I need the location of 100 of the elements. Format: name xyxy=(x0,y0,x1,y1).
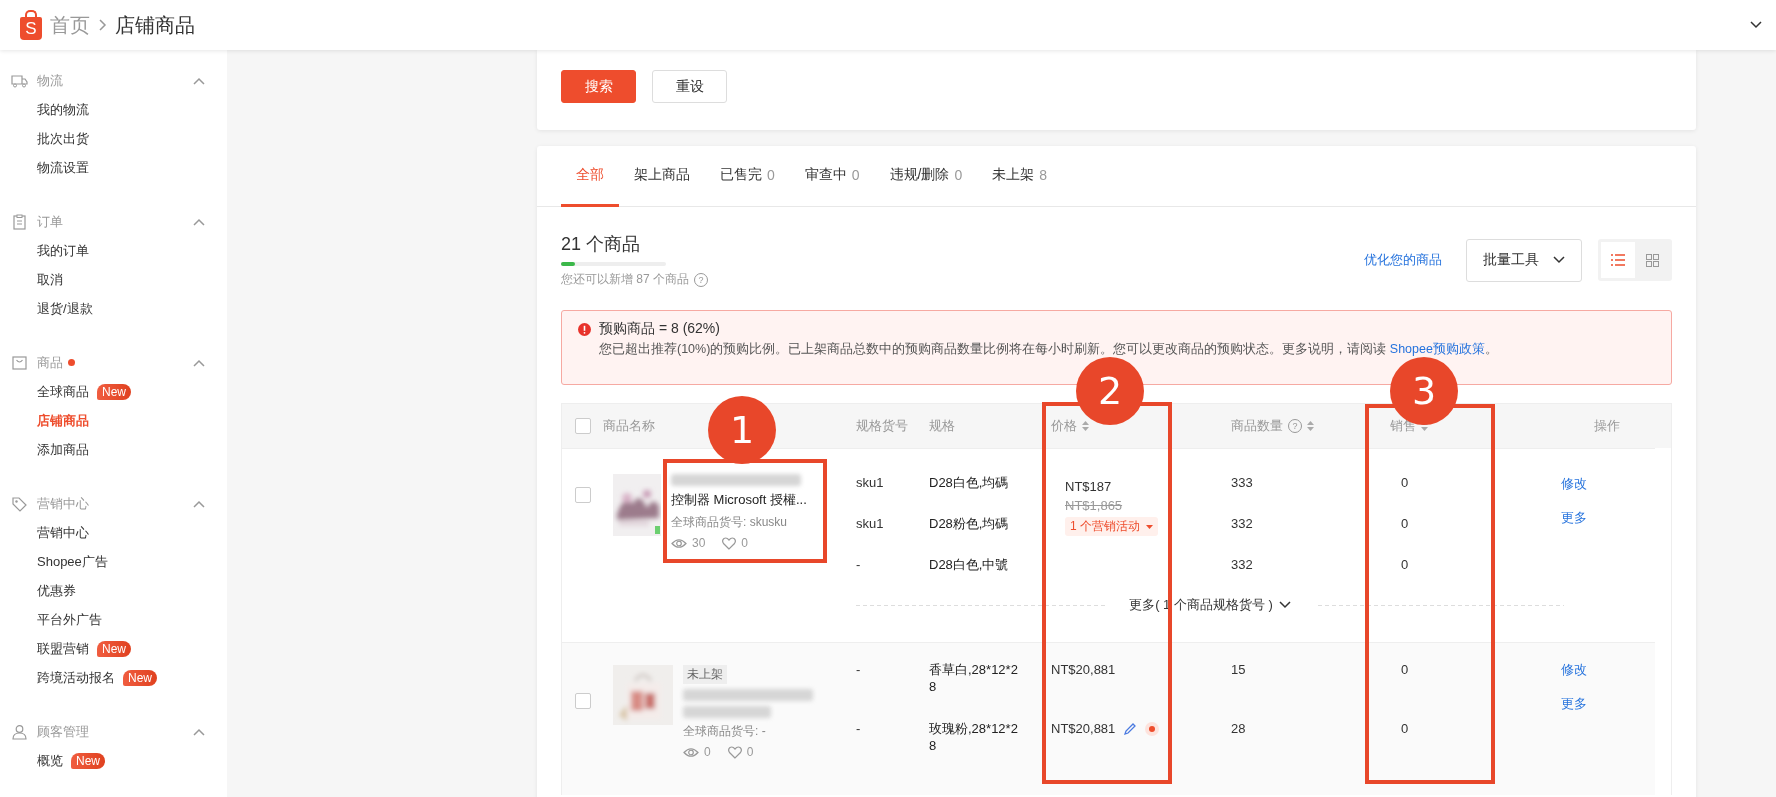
global-sku: 全球商品货号: skusku xyxy=(671,514,788,531)
like-count: 0 xyxy=(746,745,754,759)
sidebar-item[interactable]: 店铺商品 xyxy=(37,411,89,430)
sidebar-item[interactable]: 优惠券 xyxy=(37,581,76,600)
sidebar-item[interactable]: 联盟营销 xyxy=(37,639,89,658)
chevron-down-icon xyxy=(1278,601,1291,609)
price: NT$187 xyxy=(1065,478,1112,495)
section-title: 订单 xyxy=(37,212,63,231)
view-count: 30 xyxy=(692,536,706,550)
price: NT$20,881 xyxy=(1051,720,1116,737)
heart-icon xyxy=(722,536,737,550)
status-tag: 未上架 xyxy=(683,665,727,684)
tab[interactable]: 审查中 0 xyxy=(789,146,875,207)
chevron-up-icon[interactable] xyxy=(193,499,205,508)
heart-icon xyxy=(727,745,742,759)
truck-icon xyxy=(11,73,28,88)
tab[interactable]: 全部 xyxy=(561,146,619,207)
sidebar-item[interactable]: 退货/退款 xyxy=(37,299,93,318)
chevron-down-icon[interactable] xyxy=(1750,21,1762,29)
table-cell: 0 xyxy=(1401,516,1409,531)
search-button[interactable]: 搜索 xyxy=(561,70,636,103)
table-cell: sku1 xyxy=(856,475,884,490)
list-icon[interactable] xyxy=(1611,254,1625,266)
tab[interactable]: 已售完 0 xyxy=(705,146,790,207)
table-cell: 333 xyxy=(1231,475,1253,490)
sidebar-item[interactable]: Shopee广告 xyxy=(37,552,108,571)
tab[interactable]: 架上商品 xyxy=(619,146,705,207)
global-sku: 全球商品货号: - xyxy=(683,723,767,740)
action-link[interactable]: 修改 xyxy=(1561,661,1655,679)
original-price: NT$1,865 xyxy=(1065,497,1124,514)
sort-icon[interactable] xyxy=(1307,421,1314,431)
error-icon xyxy=(578,322,591,336)
table-cell-text: D28粉色,均碼 xyxy=(929,515,1010,532)
new-badge: New xyxy=(97,383,131,400)
checkbox[interactable] xyxy=(574,418,591,434)
section-title: 物流 xyxy=(37,71,63,90)
sidebar-item[interactable]: 取消 xyxy=(37,270,63,289)
chevron-up-icon[interactable] xyxy=(193,76,205,85)
table-cell: 332 xyxy=(1231,557,1253,572)
column-header: 规格货号 xyxy=(856,417,908,435)
tab[interactable]: 未上架 8 xyxy=(977,146,1063,207)
chevron-up-icon[interactable] xyxy=(193,217,205,226)
section-title: 商品 xyxy=(37,353,63,372)
chevron-down-icon xyxy=(1553,256,1565,264)
bulk-tools-dropdown[interactable]: 批量工具 xyxy=(1466,238,1582,282)
table-cell: 0 xyxy=(1401,557,1409,572)
column-header: 商品名称 xyxy=(603,417,655,435)
table-cell: - xyxy=(856,662,861,677)
notification-dot xyxy=(68,359,75,366)
sidebar-item[interactable]: 概览 xyxy=(37,751,63,770)
pencil-icon[interactable] xyxy=(1123,721,1138,736)
policy-link[interactable]: Shopee预购政策 xyxy=(1389,342,1485,356)
sidebar-item[interactable]: 平台外广告 xyxy=(37,610,102,629)
alert-message: 您已超出推荐(10%)的预购比例。已上架商品总数中的预购商品数量比例将在每小时刷新。您可以更改商品的预购状态。更多说明，请阅读 Shopee预购政策。 xyxy=(598,341,1499,358)
table-cell: 0 xyxy=(1401,662,1409,677)
caret-down-icon xyxy=(1146,524,1153,529)
shop-logo: S xyxy=(20,10,42,40)
chevron-up-icon[interactable] xyxy=(193,727,205,736)
action-link[interactable]: 更多 xyxy=(1561,695,1655,713)
sidebar-item[interactable]: 跨境活动报名 xyxy=(37,668,115,687)
page-title: 店铺商品 xyxy=(115,12,195,38)
table-cell-text: 玫瑰粉,28*12*28 xyxy=(929,720,1019,754)
product-name[interactable]: 控制器 Microsoft 授權... xyxy=(671,491,807,509)
new-badge: New xyxy=(71,752,105,769)
sidebar-item[interactable]: 批次出货 xyxy=(37,129,89,148)
reset-button[interactable]: 重设 xyxy=(652,70,727,103)
grid-icon[interactable] xyxy=(1645,253,1659,267)
action-link[interactable]: 修改 xyxy=(1561,475,1655,493)
new-badge: New xyxy=(97,640,131,657)
sidebar-item[interactable]: 营销中心 xyxy=(37,523,89,542)
action-link[interactable]: 更多 xyxy=(1561,509,1655,527)
sidebar-item[interactable]: 物流设置 xyxy=(37,158,89,177)
price: NT$20,881 xyxy=(1051,661,1116,678)
table-cell: 332 xyxy=(1231,516,1253,531)
table-cell-text: D28白色,均碼 xyxy=(929,474,1010,491)
tab[interactable]: 违规/删除 0 xyxy=(874,146,978,207)
checkbox[interactable] xyxy=(574,693,591,709)
quota-hint: 您还可以新增 87 个商品 xyxy=(561,271,689,288)
sort-icon[interactable] xyxy=(1082,421,1089,431)
chevron-right-icon xyxy=(98,18,107,32)
product-count: 21 个商品 xyxy=(561,233,642,256)
optimize-link[interactable]: 优化您的商品 xyxy=(1364,251,1442,269)
eye-icon xyxy=(671,537,687,549)
sidebar-item[interactable]: 全球商品 xyxy=(37,382,89,401)
sidebar-item[interactable]: 我的物流 xyxy=(37,100,89,119)
clipboard-icon xyxy=(11,213,28,230)
sidebar-item[interactable]: 我的订单 xyxy=(37,241,89,260)
column-header: 操作 xyxy=(1594,417,1620,435)
table-cell: - xyxy=(856,557,861,572)
new-badge: New xyxy=(123,669,157,686)
person-icon xyxy=(11,723,28,740)
section-title: 营销中心 xyxy=(37,494,89,513)
chevron-up-icon[interactable] xyxy=(193,358,205,367)
checkbox[interactable] xyxy=(574,487,591,503)
sidebar-item[interactable]: 添加商品 xyxy=(37,440,89,459)
table-cell: sku1 xyxy=(856,516,884,531)
section-title: 顾客管理 xyxy=(37,722,89,741)
table-cell: 0 xyxy=(1401,721,1409,736)
table-cell-text: 香草白,28*12*28 xyxy=(929,661,1019,695)
list-view-toggle[interactable] xyxy=(1601,242,1635,278)
